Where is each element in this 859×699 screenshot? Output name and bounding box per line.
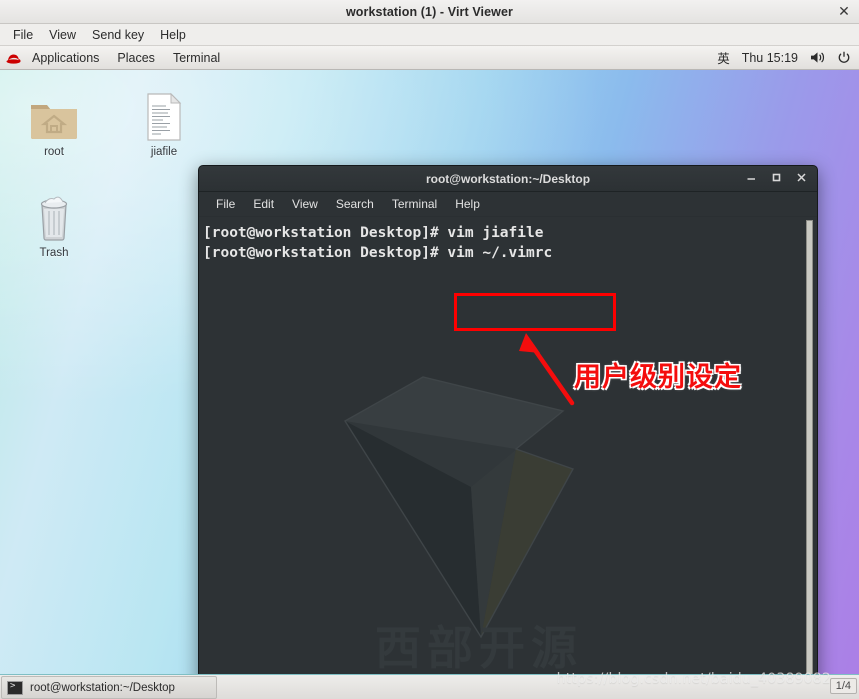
gnome-top-panel: Applications Places Terminal 英 Thu 15:19: [0, 46, 859, 70]
menu-item-help[interactable]: Help: [152, 27, 194, 43]
terminal-menu-terminal[interactable]: Terminal: [383, 195, 446, 213]
trash-can-icon: [8, 185, 100, 243]
screen: workstation (1) - Virt Viewer ✕ File Vie…: [0, 0, 859, 699]
close-icon[interactable]: ✕: [836, 4, 852, 20]
virt-viewer-titlebar: workstation (1) - Virt Viewer ✕: [0, 0, 859, 24]
terminal-menu-help[interactable]: Help: [446, 195, 489, 213]
minimize-icon[interactable]: [746, 172, 757, 186]
terminal-menu-view[interactable]: View: [283, 195, 327, 213]
terminal-line: [root@workstation Desktop]# vim jiafile: [203, 225, 544, 241]
menu-item-view[interactable]: View: [41, 27, 84, 43]
window-list-taskbar: root@workstation:~/Desktop 1/4: [0, 674, 859, 699]
taskbar-window-button[interactable]: root@workstation:~/Desktop: [1, 676, 217, 699]
taskbar-empty-area[interactable]: [217, 675, 859, 699]
menu-item-file[interactable]: File: [5, 27, 41, 43]
clock[interactable]: Thu 15:19: [742, 51, 798, 65]
terminal-title: root@workstation:~/Desktop: [425, 171, 591, 186]
close-icon[interactable]: [796, 172, 807, 186]
virt-viewer-title: workstation (1) - Virt Viewer: [345, 4, 514, 19]
terminal-menu-file[interactable]: File: [207, 195, 244, 213]
terminal-titlebar: root@workstation:~/Desktop: [199, 166, 817, 192]
terminal-window[interactable]: root@workstation:~/Desktop File Edit Vie…: [198, 165, 818, 674]
desktop-icon-label: jiafile: [150, 146, 178, 158]
redhat-logo-icon: [6, 52, 21, 64]
workspace-pager[interactable]: 1/4: [829, 678, 857, 694]
terminal-menu-edit[interactable]: Edit: [244, 195, 283, 213]
desktop-icon-trash[interactable]: Trash: [8, 185, 100, 259]
terminal-scrollbar[interactable]: [805, 220, 814, 674]
maximize-icon[interactable]: [771, 172, 782, 186]
power-icon[interactable]: [837, 51, 851, 65]
desktop[interactable]: root jiafile Trash root@workstation:~/De…: [0, 70, 859, 674]
gnome-panel-tray: 英 Thu 15:19: [717, 48, 859, 67]
terminal-window-controls: [746, 166, 807, 192]
home-folder-icon: [8, 84, 100, 142]
terminal-menubar: File Edit View Search Terminal Help: [199, 192, 817, 217]
volume-icon[interactable]: [810, 51, 825, 64]
virt-viewer-menubar: File View Send key Help: [0, 24, 859, 46]
annotation-note-text: 用户级别设定: [574, 362, 742, 393]
watermark-brand-text: 西部开源: [375, 621, 583, 674]
menu-item-send-key[interactable]: Send key: [84, 27, 152, 43]
terminal-output-area[interactable]: 西部开源 [root@workstation Desktop]# vim jia…: [199, 217, 817, 674]
desktop-icon-root[interactable]: root: [8, 84, 100, 158]
annotation-arrow-icon: [514, 329, 584, 414]
desktop-icon-label: Trash: [39, 247, 69, 259]
terminal-menu-search[interactable]: Search: [327, 195, 383, 213]
taskbar-window-label: root@workstation:~/Desktop: [30, 681, 175, 694]
gnome-menu-places[interactable]: Places: [108, 49, 164, 67]
input-method-indicator[interactable]: 英: [717, 48, 730, 67]
watermark-logo-icon: [311, 337, 651, 674]
gnome-menu-applications[interactable]: Applications: [23, 49, 108, 67]
annotation-highlight-box: [454, 293, 616, 331]
gnome-menu-terminal[interactable]: Terminal: [164, 49, 229, 67]
desktop-icon-label: root: [44, 146, 64, 158]
terminal-line: [root@workstation Desktop]# vim ~/.vimrc: [203, 245, 553, 261]
document-file-icon: [118, 84, 210, 142]
terminal-icon: [7, 680, 23, 695]
desktop-icon-jiafile[interactable]: jiafile: [118, 84, 210, 158]
gnome-panel-left: Applications Places Terminal: [0, 49, 229, 67]
